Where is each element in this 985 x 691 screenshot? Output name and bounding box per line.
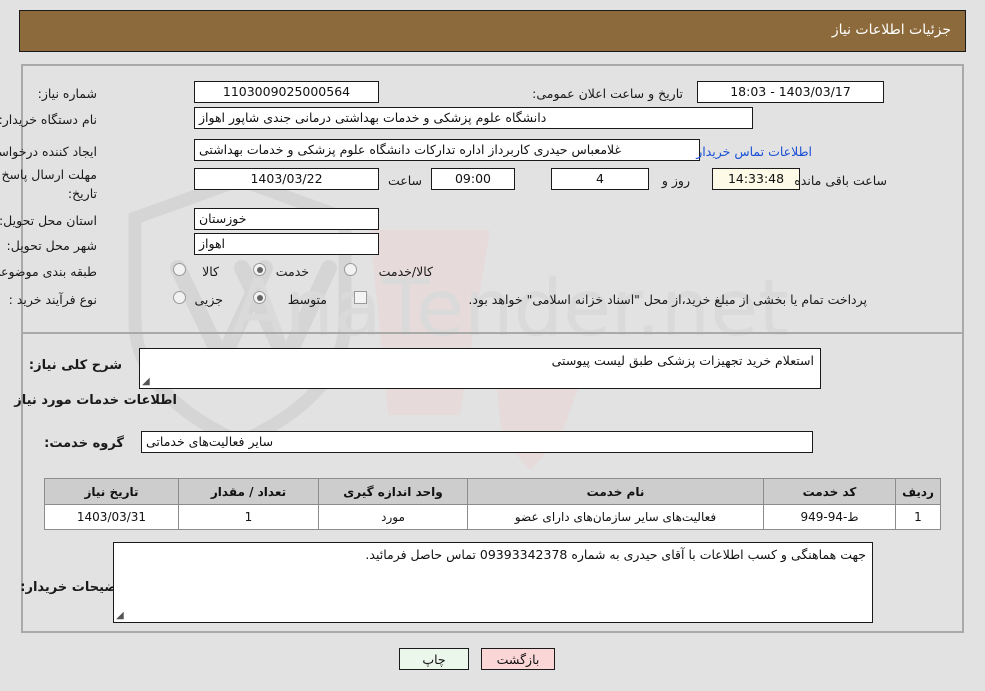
page-title: جزئیات اطلاعات نیاز bbox=[831, 22, 951, 38]
deadline-label-line2: تاریخ: bbox=[67, 186, 97, 201]
radio-label-purchase-0: جزیی bbox=[194, 292, 223, 307]
cell-service-name: فعالیت‌های سایر سازمان‌های دارای عضو bbox=[467, 504, 764, 530]
print-button[interactable]: چاپ bbox=[399, 648, 469, 670]
province-value: خوزستان bbox=[194, 208, 379, 230]
buyer-notes-value: جهت هماهنگی و کسب اطلاعات با آقای حیدری … bbox=[365, 547, 866, 562]
col-radif: ردیف bbox=[895, 478, 941, 505]
col-service-name: نام خدمت bbox=[467, 478, 764, 505]
remaining-time-value: 14:33:48 bbox=[712, 168, 800, 190]
requester-label: ایجاد کننده درخواست: bbox=[0, 144, 97, 159]
back-button[interactable]: بازگشت bbox=[481, 648, 555, 670]
radio-label-category-0: کالا bbox=[202, 264, 219, 279]
cell-service-code: ط-94-949 bbox=[763, 504, 896, 530]
service-group-label: گروه خدمت: bbox=[44, 436, 124, 451]
announce-datetime-value: 1403/03/17 - 18:03 bbox=[697, 81, 884, 103]
remaining-days-label: روز و bbox=[661, 173, 690, 188]
col-service-code: کد خدمت bbox=[763, 478, 896, 505]
radio-label-category-2: کالا/خدمت bbox=[378, 264, 433, 279]
buyer-org-value: دانشگاه علوم پزشکی و خدمات بهداشتی درمان… bbox=[194, 107, 753, 129]
radio-label-purchase-1: متوسط bbox=[287, 292, 327, 307]
treasury-docs-checkbox[interactable] bbox=[354, 291, 367, 304]
need-number-value: 1103009025000564 bbox=[194, 81, 379, 103]
general-desc-textarea[interactable]: استعلام خرید تجهیزات پزشکی طبق لیست پیوس… bbox=[139, 348, 821, 389]
city-label: شهر محل تحویل: bbox=[6, 238, 97, 253]
remaining-time-label: ساعت باقی مانده bbox=[794, 173, 887, 188]
radio-category-khedmat[interactable] bbox=[253, 263, 266, 276]
radio-purchase-motevaset[interactable] bbox=[253, 291, 266, 304]
general-desc-label: شرح کلی نیاز: bbox=[28, 358, 122, 373]
cell-radif: 1 bbox=[895, 504, 941, 530]
services-section-title: اطلاعات خدمات مورد نیاز bbox=[14, 393, 177, 408]
deadline-label-line1: مهلت ارسال پاسخ: تا bbox=[0, 167, 97, 182]
treasury-docs-label: پرداخت تمام یا بخشی از مبلغ خرید،از محل … bbox=[468, 292, 867, 307]
resize-handle-icon[interactable]: ◣ bbox=[116, 610, 126, 621]
deadline-hour-label: ساعت bbox=[387, 173, 422, 188]
deadline-date-value: 1403/03/22 bbox=[194, 168, 379, 190]
cell-quantity: 1 bbox=[178, 504, 319, 530]
col-unit: واحد اندازه گیری bbox=[318, 478, 468, 505]
remaining-days-value: 4 bbox=[551, 168, 649, 190]
announce-datetime-label: تاریخ و ساعت اعلان عمومی: bbox=[532, 86, 683, 101]
category-label: طبقه بندی موضوعی: bbox=[0, 264, 97, 279]
requester-value: غلامعباس حیدری کاربرداز اداره تدارکات دا… bbox=[194, 139, 700, 161]
radio-purchase-jozei[interactable] bbox=[173, 291, 186, 304]
buyer-notes-textarea[interactable]: جهت هماهنگی و کسب اطلاعات با آقای حیدری … bbox=[113, 542, 873, 623]
cell-need-date: 1403/03/31 bbox=[44, 504, 179, 530]
radio-category-kala-khedmat[interactable] bbox=[344, 263, 357, 276]
need-number-label: شماره نیاز: bbox=[37, 86, 97, 101]
radio-category-kala[interactable] bbox=[173, 263, 186, 276]
province-label: استان محل تحویل: bbox=[0, 213, 97, 228]
buyer-contact-link[interactable]: اطلاعات تماس خریدار bbox=[696, 144, 812, 159]
deadline-hour-value: 09:00 bbox=[431, 168, 515, 190]
cell-unit: مورد bbox=[318, 504, 468, 530]
general-desc-value: استعلام خرید تجهیزات پزشکی طبق لیست پیوس… bbox=[551, 353, 814, 368]
purchase-type-label: نوع فرآیند خرید : bbox=[8, 292, 97, 307]
resize-handle-icon[interactable]: ◣ bbox=[142, 376, 152, 387]
table-row: 1 ط-94-949 فعالیت‌های سایر سازمان‌های دا… bbox=[44, 504, 941, 530]
radio-label-category-1: خدمت bbox=[275, 264, 309, 279]
service-group-value: سایر فعالیت‌های خدماتی bbox=[141, 431, 813, 453]
page-header-bar: جزئیات اطلاعات نیاز bbox=[19, 10, 966, 52]
buyer-org-label: نام دستگاه خریدار: bbox=[0, 112, 97, 127]
services-table: ردیف کد خدمت نام خدمت واحد اندازه گیری ت… bbox=[44, 478, 941, 530]
table-header-row: ردیف کد خدمت نام خدمت واحد اندازه گیری ت… bbox=[44, 478, 941, 505]
col-quantity: تعداد / مقدار bbox=[178, 478, 319, 505]
city-value: اهواز bbox=[194, 233, 379, 255]
col-need-date: تاریخ نیاز bbox=[44, 478, 179, 505]
